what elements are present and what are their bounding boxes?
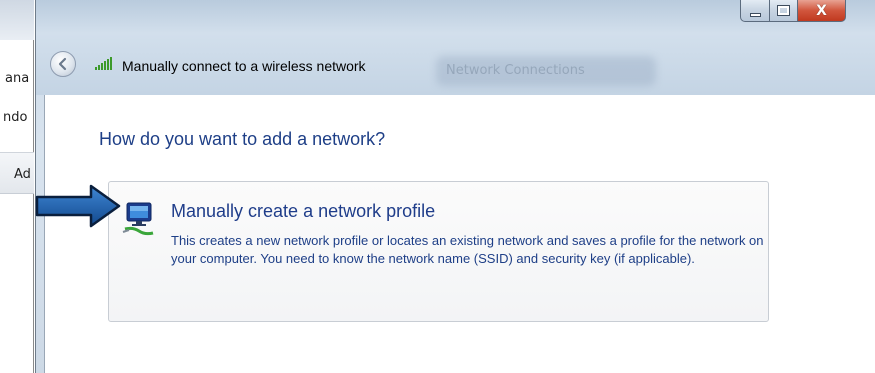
close-button[interactable]: X [798, 0, 846, 22]
background-window-frame [0, 0, 34, 40]
caption-buttons: X [740, 0, 868, 22]
window-title: Manually connect to a wireless network [122, 58, 366, 74]
title-bar[interactable]: Network Connections X Manually connect t… [36, 0, 875, 95]
option-description: This creates a new network profile or lo… [171, 233, 764, 266]
background-window [0, 0, 34, 373]
network-computer-icon [122, 202, 154, 236]
wireless-signal-icon [95, 57, 112, 70]
back-arrow-icon [58, 57, 67, 71]
manual-profile-option[interactable]: Manually create a network profile This c… [108, 181, 769, 322]
background-text-fragment: ndo [3, 110, 28, 125]
maximize-button[interactable] [770, 0, 798, 22]
content-area: How do you want to add a network? Manual… [44, 95, 875, 373]
minimize-icon [749, 12, 761, 17]
background-text-fragment: ana [5, 71, 30, 86]
background-text-fragment[interactable]: Ad [14, 167, 31, 182]
maximize-icon [777, 5, 790, 16]
arrow-right-icon [35, 184, 121, 228]
close-icon: X [816, 2, 827, 19]
minimize-button[interactable] [740, 0, 770, 22]
back-button[interactable] [50, 51, 76, 77]
wireless-dialog: Network Connections X Manually connect t… [35, 0, 875, 373]
ghost-window-title: Network Connections [446, 63, 585, 78]
option-title[interactable]: Manually create a network profile [171, 201, 435, 222]
page-heading: How do you want to add a network? [99, 129, 386, 149]
